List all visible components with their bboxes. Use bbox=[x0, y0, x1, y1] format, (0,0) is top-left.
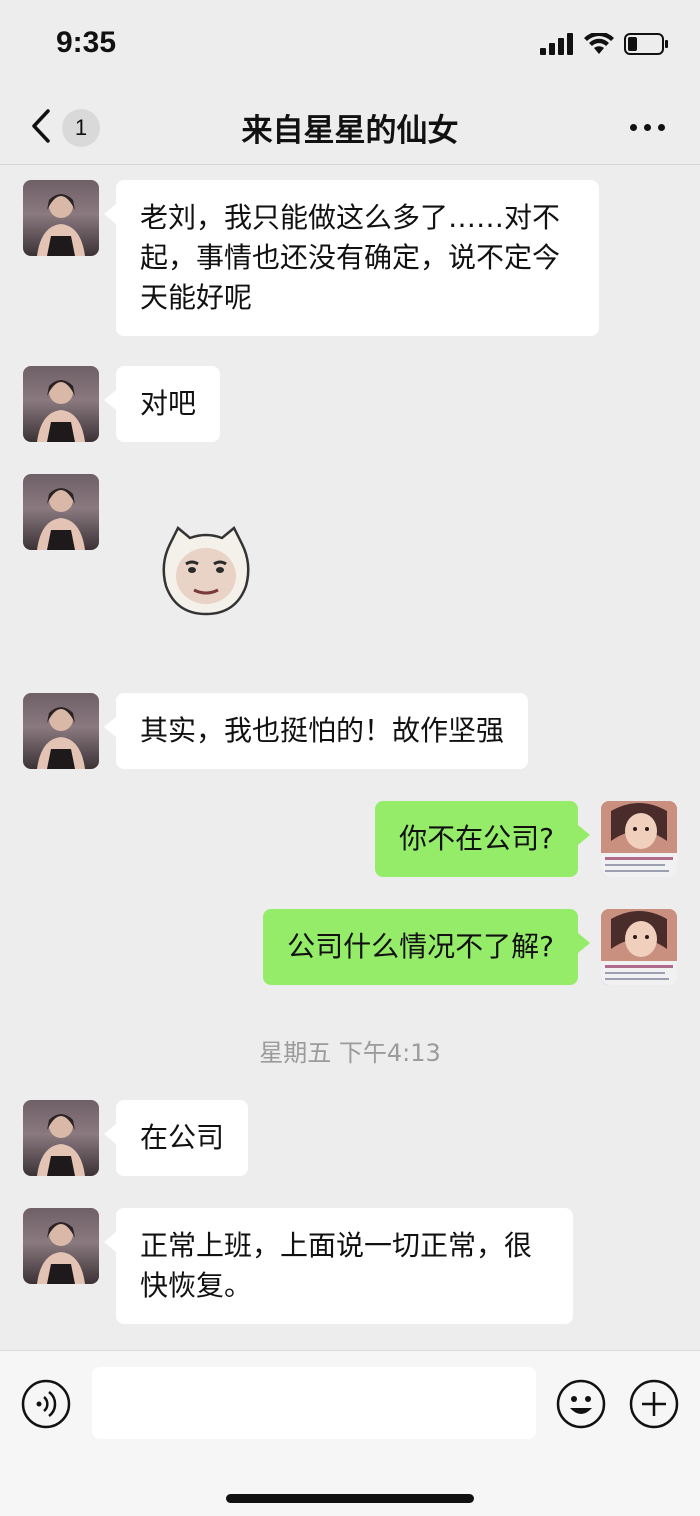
emoji-icon[interactable] bbox=[555, 1378, 607, 1430]
status-time: 9:35 bbox=[56, 26, 117, 59]
message-bubble-incoming[interactable]: 正常上班，上面说一切正常，很快恢复。 bbox=[104, 1208, 573, 1324]
signal-icon bbox=[540, 33, 573, 55]
unread-count-badge[interactable]: 1 bbox=[62, 109, 100, 147]
back-icon[interactable] bbox=[26, 106, 56, 146]
plus-icon[interactable] bbox=[628, 1378, 680, 1430]
message-bubble-incoming[interactable]: 对吧 bbox=[103, 366, 221, 442]
message-bubble-outgoing[interactable]: 公司什么情况不了解? bbox=[263, 909, 590, 985]
message-timestamp: 星期五 下午4:13 bbox=[259, 1039, 441, 1067]
status-bar: 9:35 bbox=[0, 0, 700, 90]
contact-avatar[interactable] bbox=[23, 180, 99, 256]
contact-avatar[interactable] bbox=[23, 693, 99, 769]
wifi-icon bbox=[584, 33, 614, 54]
status-icons bbox=[540, 30, 670, 58]
contact-avatar[interactable] bbox=[23, 366, 99, 442]
more-icon[interactable] bbox=[630, 112, 670, 142]
my-avatar[interactable] bbox=[601, 909, 677, 985]
message-bubble-outgoing[interactable]: 你不在公司? bbox=[375, 801, 590, 877]
sticker-image[interactable] bbox=[156, 520, 256, 620]
message-bubble-incoming[interactable]: 在公司 bbox=[103, 1100, 249, 1176]
contact-avatar[interactable] bbox=[23, 1100, 99, 1176]
battery-icon bbox=[624, 33, 668, 55]
message-bubble-incoming[interactable]: 其实，我也挺怕的！故作坚强 bbox=[103, 693, 529, 769]
message-bubble-incoming[interactable]: 老刘，我只能做这么多了……对不起，事情也还没有确定，说不定今天能好呢 bbox=[104, 180, 599, 336]
home-indicator bbox=[226, 1494, 474, 1503]
contact-avatar[interactable] bbox=[23, 474, 99, 550]
nav-bar: 1 来自星星的仙女 bbox=[0, 90, 700, 165]
voice-icon[interactable] bbox=[20, 1378, 72, 1430]
input-bar bbox=[0, 1350, 700, 1516]
chat-title: 来自星星的仙女 bbox=[241, 113, 459, 149]
message-input[interactable] bbox=[92, 1367, 536, 1439]
my-avatar[interactable] bbox=[601, 801, 677, 877]
contact-avatar[interactable] bbox=[23, 1208, 99, 1284]
